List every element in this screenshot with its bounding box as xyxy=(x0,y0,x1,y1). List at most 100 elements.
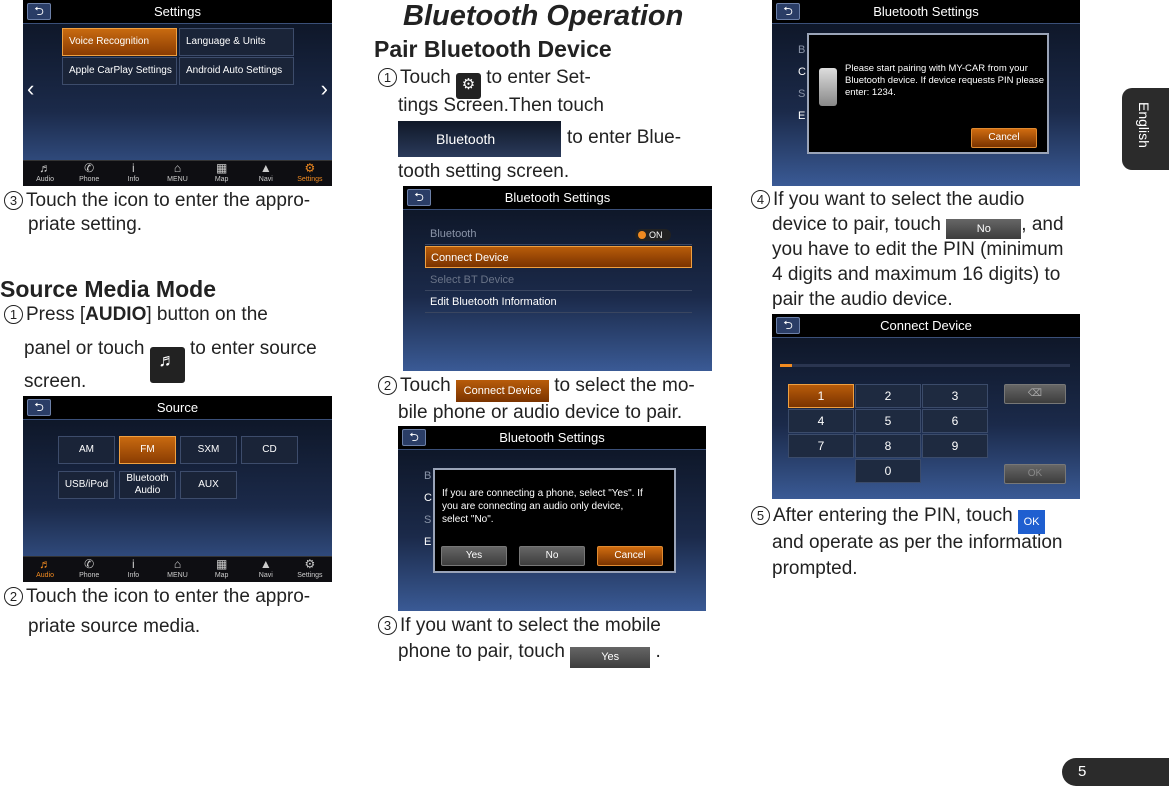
dock: ♬ Audio ✆ Phone i Info ⌂ MENU ▦ Map ▲ Navi ⚙ Se… xyxy=(23,160,332,186)
step-text: bile phone or audio device to pair. xyxy=(398,402,683,423)
step-text: 1 Press [AUDIO] button on the xyxy=(4,304,268,326)
back-icon: ⮌ xyxy=(776,317,800,334)
step-text: priate setting. xyxy=(28,214,143,235)
home-icon: ⌂ MENU xyxy=(167,161,188,183)
bg-letter: C xyxy=(424,492,432,504)
row: Edit Bluetooth Information xyxy=(425,291,692,313)
key: 9 xyxy=(922,434,988,458)
step-text: 4 If you want to select the audio xyxy=(751,189,1024,211)
connect-device-button-image: Connect Device xyxy=(455,380,549,402)
screen-title: Bluetooth Settings xyxy=(398,426,706,450)
tile: Bluetooth Audio xyxy=(119,471,176,499)
cancel-button: Cancel xyxy=(971,128,1037,148)
info-icon: i Info xyxy=(127,161,140,183)
phone-icon: ✆ Phone xyxy=(79,557,100,579)
yes-button-image: Yes xyxy=(570,647,651,668)
keypad-screen-image: Connect Device ⮌ 1 2 3 4 5 6 7 8 9 0 ⌫ O… xyxy=(772,314,1080,499)
key: 2 xyxy=(855,384,921,408)
bluetooth-button-image: Bluetooth xyxy=(398,121,561,157)
tile: SXM xyxy=(180,436,237,464)
section-title: Pair Bluetooth Device xyxy=(374,36,612,62)
tile: Voice Recognition xyxy=(62,28,177,56)
back-icon: ⮌ xyxy=(27,399,51,416)
ok-button: OK xyxy=(1004,464,1066,484)
key: 7 xyxy=(788,434,854,458)
step-text: 4 digits and maximum 16 digits) to xyxy=(772,264,1061,285)
bg-letter: B xyxy=(798,44,806,56)
pairing-screen-image: Bluetooth Settings ⮌ B C S E Please star… xyxy=(772,0,1080,186)
tile: AM xyxy=(58,436,115,464)
map-icon: ▦ Map xyxy=(214,161,229,183)
tile: AUX xyxy=(180,471,237,499)
navi-icon: ▲ Navi xyxy=(258,557,273,579)
step-text: pair the audio device. xyxy=(772,289,953,310)
audio-icon: ♬ Audio xyxy=(36,161,55,183)
navi-icon: ▲ Navi xyxy=(258,161,273,183)
back-icon: ⮌ xyxy=(402,429,426,446)
step-text: prompted. xyxy=(772,558,858,579)
step-text: priate source media. xyxy=(28,616,201,637)
key: 8 xyxy=(855,434,921,458)
back-icon: ⮌ xyxy=(27,3,51,20)
phone-icon xyxy=(819,68,837,106)
key: 5 xyxy=(855,409,921,433)
no-button-image: No xyxy=(946,219,1022,239)
step-text: and operate as per the information xyxy=(772,532,1063,553)
key: 1 xyxy=(788,384,854,408)
step-text: 2 Touch the icon to enter the appro- xyxy=(4,586,310,608)
key: 0 xyxy=(855,459,921,483)
dialog: If you are connecting a phone, select "Y… xyxy=(433,468,676,573)
row: Select BT Device xyxy=(425,269,692,291)
step-text: 3 Touch the icon to enter the appro- xyxy=(4,190,310,212)
page-number: 5 xyxy=(1062,758,1169,786)
key: 4 xyxy=(788,409,854,433)
step-text: phone to pair, touch Yes . xyxy=(398,641,661,668)
toggle: ON xyxy=(635,229,671,241)
bg-letter: E xyxy=(798,110,806,122)
backspace-icon: ⌫ xyxy=(1004,384,1066,404)
screen-title: Settings xyxy=(23,0,332,24)
step-text: to enter Blue- xyxy=(567,127,682,148)
tile: Language & Units xyxy=(179,28,294,56)
tile: USB/iPod xyxy=(58,471,115,499)
step-text: tings Screen.Then touch xyxy=(398,95,604,116)
map-icon: ▦ Map xyxy=(214,557,229,579)
yes-button: Yes xyxy=(441,546,507,566)
dialog-message: Please start pairing with MY-CAR from yo… xyxy=(845,63,1045,98)
back-icon: ⮌ xyxy=(776,3,800,20)
chevron-left-icon: ‹ xyxy=(27,76,35,101)
tile: FM xyxy=(119,436,176,464)
step-text: device to pair, touch No, and xyxy=(772,214,1064,239)
step-text: 3 If you want to select the mobile xyxy=(378,615,661,637)
dialog: Please start pairing with MY-CAR from yo… xyxy=(807,33,1049,154)
tile: CD xyxy=(241,436,298,464)
step-text: screen. xyxy=(24,371,87,392)
dialog-screen-image: Bluetooth Settings ⮌ B C S E If you are … xyxy=(398,426,706,611)
section-title: Source Media Mode xyxy=(0,276,216,302)
source-screen-image: Source ⮌ AM FM SXM CD USB/iPod Bluetooth… xyxy=(23,396,332,582)
ok-button-image: OK xyxy=(1018,510,1046,534)
language-tab: English xyxy=(1122,88,1169,170)
audio-icon: ♬ xyxy=(149,347,185,383)
bg-letter: S xyxy=(798,88,806,100)
cancel-button: Cancel xyxy=(597,546,663,566)
gear-icon: ⚙ Settings xyxy=(297,161,323,183)
bg-letter: E xyxy=(424,536,432,548)
screen-title: Bluetooth Settings xyxy=(772,0,1080,24)
row: Connect Device xyxy=(425,246,692,268)
key: 3 xyxy=(922,384,988,408)
no-button: No xyxy=(519,546,585,566)
screen-title: Connect Device xyxy=(772,314,1080,338)
screen-title: Bluetooth Settings xyxy=(403,186,712,210)
home-icon: ⌂ MENU xyxy=(167,557,188,579)
step-text: tooth setting screen. xyxy=(398,161,570,182)
screen-title: Source xyxy=(23,396,332,420)
page-title: Bluetooth Operation xyxy=(403,0,684,32)
step-text: 2 Touch Connect Device to select the mo- xyxy=(378,375,695,402)
audio-icon: ♬ Audio xyxy=(36,557,55,579)
step-text: you have to edit the PIN (minimum xyxy=(772,239,1064,260)
key: 6 xyxy=(922,409,988,433)
step-text: 5 After entering the PIN, touch OK xyxy=(751,505,1046,534)
bg-letter: S xyxy=(424,514,432,526)
gear-icon: ⚙ Settings xyxy=(297,557,323,579)
